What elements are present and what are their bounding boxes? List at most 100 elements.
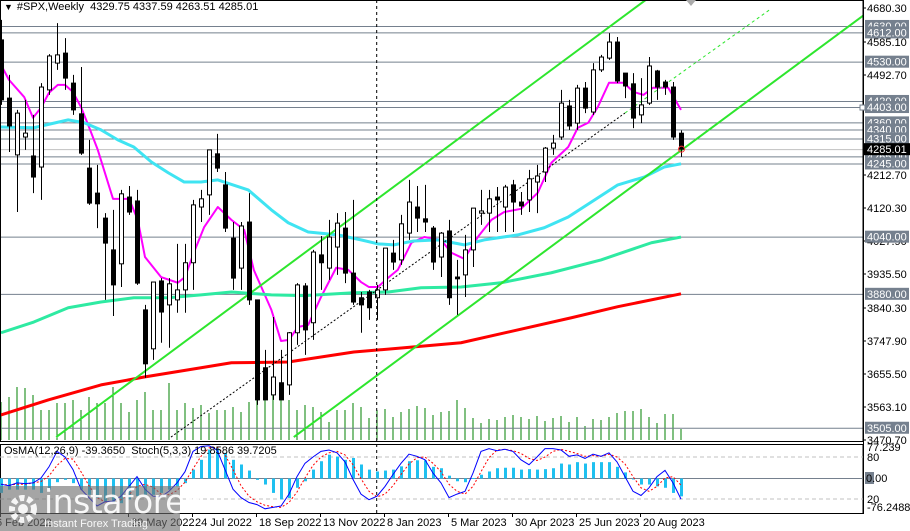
sub-scale-bottom: -76.2488 bbox=[867, 502, 910, 514]
candle-body-bear bbox=[263, 367, 268, 401]
candle bbox=[447, 219, 452, 305]
candle bbox=[519, 192, 524, 215]
osma-bar bbox=[360, 464, 363, 479]
candle-body-bull bbox=[599, 56, 604, 71]
candle-body-bull bbox=[375, 289, 380, 299]
candle-body-bull bbox=[639, 104, 644, 116]
osma-bar bbox=[336, 456, 339, 479]
candle-body-bull bbox=[543, 147, 548, 173]
osma-bar bbox=[320, 461, 323, 479]
osma-bar bbox=[680, 478, 683, 497]
osma-bar bbox=[408, 461, 411, 479]
candle-body-bull bbox=[191, 204, 196, 264]
osma-bar bbox=[664, 478, 667, 488]
candle bbox=[487, 189, 492, 233]
price-tick-label: 4680.30 bbox=[867, 3, 907, 15]
candle-body-bull bbox=[399, 223, 404, 261]
candle-body-bear bbox=[431, 227, 436, 263]
level-label: 3880.00 bbox=[867, 289, 907, 301]
candle bbox=[567, 99, 572, 130]
candle bbox=[175, 243, 180, 313]
candle bbox=[247, 193, 252, 305]
main-plot bbox=[0, 0, 863, 440]
candle-body-bear bbox=[111, 249, 116, 286]
price-tick-label: 3935.50 bbox=[867, 269, 907, 281]
candle bbox=[439, 232, 444, 278]
candle-body-bear bbox=[343, 227, 348, 274]
osma-bar bbox=[592, 462, 595, 479]
alert-marker-icon bbox=[859, 104, 866, 111]
candle-body-bull bbox=[335, 222, 340, 248]
channel-upper-line bbox=[55, 0, 647, 438]
candle bbox=[239, 222, 244, 290]
indicator-header: OsMA(12,26,9) -39.3650 Stoch(5,3,3) 19.8… bbox=[4, 445, 277, 457]
candle bbox=[207, 149, 212, 215]
candle-body-bear bbox=[87, 167, 92, 204]
level-label: 4403.00 bbox=[867, 102, 907, 114]
osma-bar bbox=[640, 478, 643, 485]
osma-bar bbox=[280, 478, 283, 500]
level-label: 4245.00 bbox=[867, 158, 907, 170]
stoch-label: Stoch(5,3,3) 19.8586 39.7205 bbox=[131, 445, 277, 457]
candle bbox=[639, 78, 644, 124]
price-tick-label: 4212.70 bbox=[867, 170, 907, 182]
candle-body-bull bbox=[287, 332, 292, 386]
time-label: 18 Sep 2022 bbox=[259, 517, 321, 529]
candle bbox=[383, 247, 388, 295]
candle-body-bull bbox=[23, 132, 28, 138]
level-label: 4530.00 bbox=[867, 57, 907, 69]
osma-bar bbox=[296, 478, 299, 488]
candle-body-bear bbox=[511, 184, 516, 203]
osma-bar bbox=[200, 459, 203, 479]
candle bbox=[319, 235, 324, 290]
candle-body-bear bbox=[663, 81, 668, 88]
candle-body-bull bbox=[55, 54, 60, 64]
candle-body-bull bbox=[119, 193, 124, 265]
candle-body-bear bbox=[615, 41, 620, 82]
candle bbox=[399, 214, 404, 265]
candle-body-bear bbox=[567, 105, 572, 127]
candle-body-bear bbox=[63, 52, 68, 79]
ohlc-readout: 4329.75 4337.59 4263.51 4285.01 bbox=[90, 1, 259, 13]
candle-body-bear bbox=[31, 155, 36, 178]
candle-body-bull bbox=[487, 198, 492, 214]
candle-body-bear bbox=[135, 200, 140, 284]
candle bbox=[367, 289, 372, 320]
main-frame bbox=[0, 0, 864, 442]
sub-scale-80: 80 bbox=[867, 452, 879, 464]
price-tick-label: 3840.30 bbox=[867, 303, 907, 315]
candle-body-bull bbox=[183, 262, 188, 291]
candle bbox=[199, 189, 204, 223]
candle-body-bear bbox=[103, 217, 108, 244]
osma-bar bbox=[256, 478, 259, 480]
candle bbox=[7, 74, 12, 153]
osma-bar bbox=[568, 464, 571, 479]
candle bbox=[327, 219, 332, 280]
candle-body-bull bbox=[559, 102, 564, 138]
osma-bar bbox=[376, 471, 379, 479]
candle bbox=[263, 349, 268, 401]
candle-body-bear bbox=[359, 297, 364, 306]
candle-body-bear bbox=[303, 285, 308, 331]
candle-body-bear bbox=[71, 82, 76, 111]
candle bbox=[655, 69, 660, 100]
candle bbox=[423, 184, 428, 233]
symbol-label: #SPX,Weekly bbox=[16, 1, 84, 13]
osma-bar bbox=[528, 469, 531, 479]
candle bbox=[375, 284, 380, 320]
candle bbox=[63, 38, 68, 90]
dropdown-triangle-icon[interactable]: ▼ bbox=[4, 2, 13, 12]
candle-body-bear bbox=[159, 280, 164, 313]
osma-bar bbox=[480, 474, 483, 479]
osma-bar bbox=[464, 478, 467, 483]
candle-body-bear bbox=[655, 70, 660, 88]
candle bbox=[103, 213, 108, 300]
osma-bar bbox=[440, 468, 443, 479]
candle bbox=[191, 199, 196, 290]
candle-body-bull bbox=[327, 236, 332, 269]
candle bbox=[615, 37, 620, 84]
candle bbox=[479, 189, 484, 225]
candle-body-bull bbox=[167, 283, 172, 306]
osma-bar bbox=[472, 478, 475, 479]
candle bbox=[495, 187, 500, 233]
